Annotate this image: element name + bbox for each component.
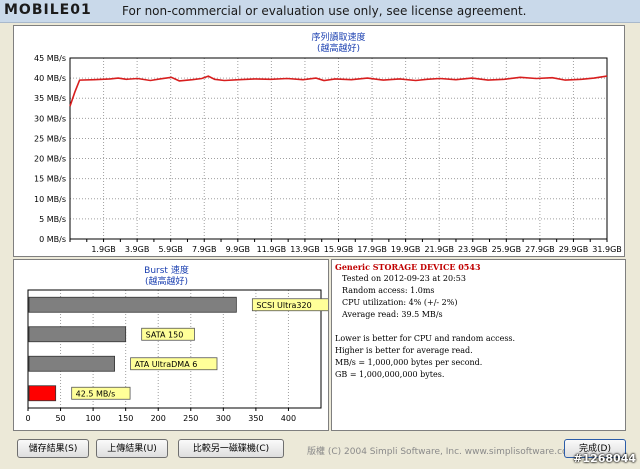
logo-text: MOBILE01 [4, 2, 92, 18]
x-tick-label: 31.9GB [592, 245, 622, 254]
y-tick-label: 25 MB/s [34, 134, 66, 143]
x-tick-label: 3.9GB [125, 245, 149, 254]
x-tick-label: 7.9GB [192, 245, 216, 254]
bar-label-group: 42.5 MB/s [71, 386, 131, 400]
x-tick-label: 200 [151, 414, 166, 423]
save-results-button[interactable]: 儲存結果(S) [17, 439, 89, 458]
x-tick-label: 17.9GB [357, 245, 387, 254]
mobile01-logo: MOBILE01 [4, 2, 92, 20]
x-tick-label: 15.9GB [324, 245, 354, 254]
info-tested-on: Tested on 2012-09-23 at 20:53 [342, 274, 466, 283]
note-lower-better: Lower is better for CPU and random acces… [335, 334, 516, 343]
y-tick-label: 15 MB/s [34, 175, 66, 184]
burst-speed-chart-panel: Burst 速度 (越高越好) 0 50 100 150 200 250 300 350 400 SC… [13, 259, 329, 431]
y-tick-label: 45 MB/s [34, 54, 66, 63]
note-higher-better: Higher is better for average read. [335, 346, 473, 355]
sequential-read-chart-panel: 序列讀取速度 (越高越好) 0 MB/s 5 MB/s 10 MB/s 15 MB/s 20… [13, 25, 625, 257]
x-tick-label: 150 [118, 414, 133, 423]
info-random-access: Random access: 1.0ms [342, 286, 435, 295]
window-title: For non-commercial or evaluation use onl… [122, 4, 527, 18]
x-tick-label: 300 [216, 414, 231, 423]
x-tick-label: 19.9GB [391, 245, 421, 254]
burst-bar [28, 296, 237, 313]
x-tick-label: 1.9GB [91, 245, 115, 254]
x-tick-label: 9.9GB [226, 245, 250, 254]
chart-subtitle: (越高越好) [317, 42, 360, 54]
copyright-text: 版權 (C) 2004 Simpli Software, Inc. www.si… [307, 447, 577, 457]
window-title-bar: MOBILE01 For non-commercial or evaluatio… [0, 0, 640, 23]
x-tick-label: 5.9GB [158, 245, 182, 254]
x-tick-label: 11.9GB [257, 245, 287, 254]
x-tick-label: 25.9GB [492, 245, 522, 254]
y-tick-label: 35 MB/s [34, 94, 66, 103]
x-tick-label: 29.9GB [559, 245, 589, 254]
bar-label: ATA UltraDMA 6 [135, 360, 198, 369]
x-tick-label: 0 [25, 414, 30, 423]
x-tick-label: 400 [281, 414, 296, 423]
x-tick-label: 23.9GB [458, 245, 488, 254]
bar-label: 42.5 MB/s [76, 389, 116, 398]
upload-results-button[interactable]: 上傳結果(U) [96, 439, 168, 458]
results-info-panel: Generic STORAGE DEVICE 0543 Tested on 20… [331, 259, 626, 431]
burst-bar [28, 385, 57, 402]
watermark: #1268044 [573, 452, 636, 465]
bar-label: SATA 150 [146, 330, 184, 339]
bar-label-group: ATA UltraDMA 6 [130, 357, 218, 371]
compare-drive-button[interactable]: 比較另一磁碟機(C) [178, 439, 284, 458]
x-tick-label: 350 [248, 414, 263, 423]
y-tick-label: 5 MB/s [39, 215, 66, 224]
y-tick-label: 40 MB/s [34, 74, 66, 83]
sequential-read-line-chart: 序列讀取速度(越高越好) 0 MB/s 5 MB/s 10 MB/s 15 MB/s 20… [34, 31, 622, 254]
x-tick-label: 27.9GB [525, 245, 555, 254]
x-tick-label: 250 [183, 414, 198, 423]
info-average-read: Average read: 39.5 MB/s [342, 310, 443, 319]
y-tick-label: 0 MB/s [39, 235, 66, 244]
device-name: Generic STORAGE DEVICE 0543 [335, 262, 481, 272]
info-cpu-utilization: CPU utilization: 4% (+/- 2%) [342, 298, 458, 307]
x-tick-label: 50 [55, 414, 65, 423]
y-tick-label: 10 MB/s [34, 195, 66, 204]
bar-label-group: SATA 150 [141, 327, 195, 341]
bar-label-group: SCSI Ultra320 [251, 298, 328, 312]
note-gb-definition: GB = 1,000,000,000 bytes. [335, 370, 445, 379]
chart-title: Burst 速度 [144, 264, 189, 276]
x-tick-label: 21.9GB [424, 245, 454, 254]
burst-speed-bar-chart: Burst 速度(越高越好) 0 50 100 150 200 250 300 350 400 SC… [25, 264, 328, 423]
x-tick-label: 100 [85, 414, 100, 423]
note-mbps-definition: MB/s = 1,000,000 bytes per second. [335, 358, 483, 367]
chart-subtitle: (越高越好) [145, 275, 188, 287]
y-tick-label: 30 MB/s [34, 114, 66, 123]
burst-bar [28, 326, 127, 343]
bar-label: SCSI Ultra320 [256, 301, 311, 310]
y-tick-label: 20 MB/s [34, 155, 66, 164]
burst-bar [28, 355, 115, 372]
x-tick-label: 13.9GB [290, 245, 320, 254]
chart-title: 序列讀取速度 [311, 31, 365, 43]
